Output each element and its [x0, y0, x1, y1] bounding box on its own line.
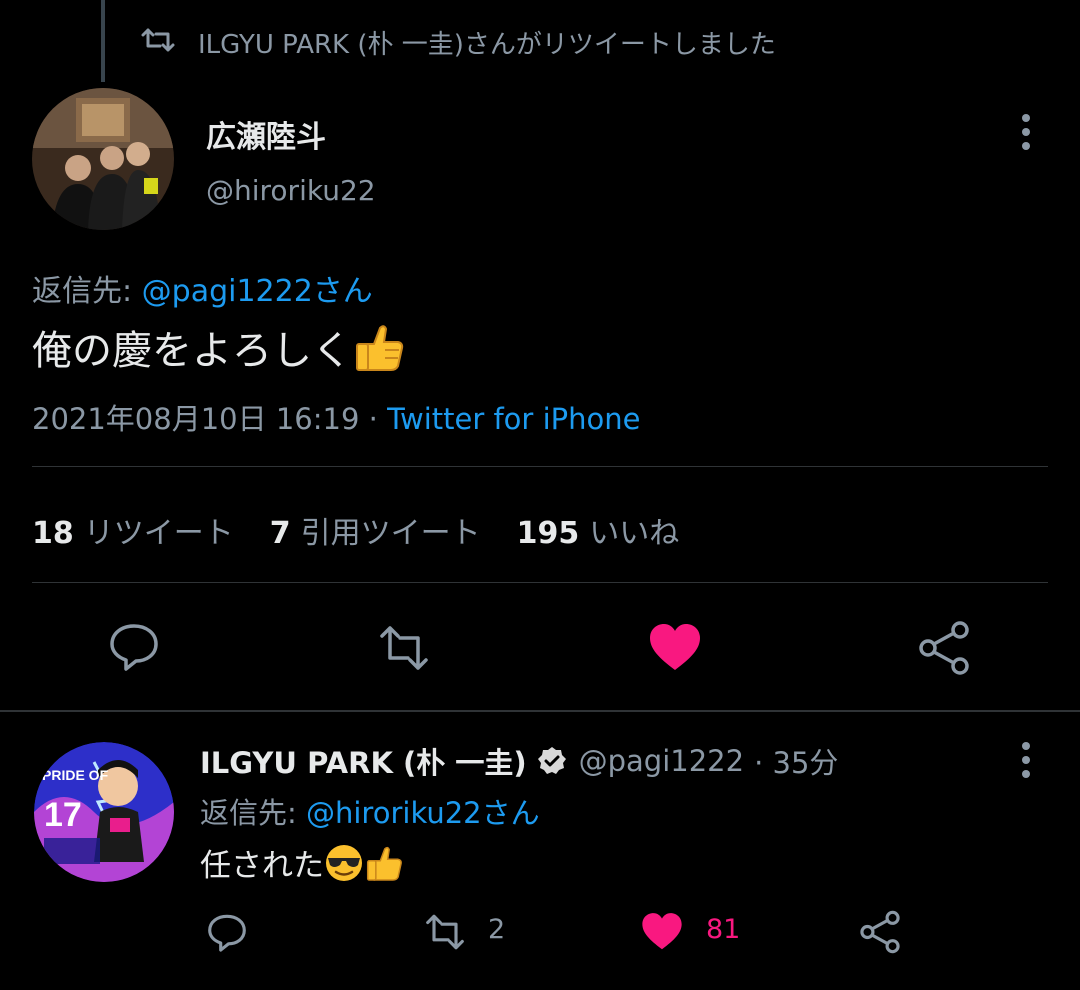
tweet-text: 俺の慶をよろしく — [32, 328, 352, 374]
avatar[interactable] — [32, 88, 174, 230]
avatar-pride-text: PRIDE OF — [42, 767, 109, 783]
likes-stat[interactable]: 195 いいね — [517, 508, 680, 552]
timestamp[interactable]: 2021年08月10日 16:19 · — [32, 402, 387, 436]
quotes-stat[interactable]: 7 引用ツイート — [270, 508, 481, 552]
divider — [32, 466, 1048, 467]
retweets-count: 18 — [32, 516, 74, 551]
reply-tweet-body: 任された — [200, 840, 404, 885]
reply-icon[interactable] — [205, 910, 249, 954]
client-link[interactable]: Twitter for iPhone — [387, 402, 640, 436]
retweet-action-icon[interactable] — [376, 620, 432, 676]
share-icon[interactable] — [916, 620, 972, 676]
thread-line — [101, 0, 105, 82]
tweet-body: 俺の慶をよろしく — [32, 318, 406, 376]
tweet-meta: 2021年08月10日 16:19 · Twitter for iPhone — [32, 396, 640, 438]
share-icon[interactable] — [858, 910, 902, 954]
avatar-photo — [32, 88, 174, 230]
retweets-label: リツイート — [83, 516, 234, 551]
reply-target-link[interactable]: @hiroriku22さん — [306, 796, 540, 830]
retweet-header-text[interactable]: ILGYU PARK (朴 一圭)さんがリツイートしました — [198, 24, 776, 61]
reply-author-name[interactable]: ILGYU PARK (朴 一圭) — [200, 740, 527, 782]
avatar-illustration: PRIDE OF 17 — [34, 742, 174, 882]
section-separator — [0, 710, 1080, 712]
reply-author-handle[interactable]: @pagi1222 — [579, 744, 744, 778]
like-icon[interactable] — [640, 910, 684, 954]
thumbs-up-emoji-icon — [366, 846, 402, 881]
reply-author-line: ILGYU PARK (朴 一圭) @pagi1222 · 35分 — [200, 740, 838, 782]
retweet-count: 2 — [488, 914, 506, 945]
likes-label: いいね — [589, 516, 680, 551]
quotes-label: 引用ツイート — [300, 516, 481, 551]
retweets-stat[interactable]: 18 リツイート — [32, 508, 234, 552]
tweet-stats: 18 リツイート 7 引用ツイート 195 いいね — [32, 508, 679, 552]
more-options-icon[interactable] — [1012, 112, 1040, 152]
like-icon[interactable] — [647, 620, 703, 676]
like-count: 81 — [706, 914, 741, 945]
divider — [32, 582, 1048, 583]
sunglasses-face-emoji-icon — [326, 844, 362, 881]
verified-badge-icon — [537, 747, 566, 774]
retweet-action-icon[interactable] — [423, 910, 467, 954]
reply-target-link[interactable]: @pagi1222さん — [142, 274, 373, 309]
quotes-count: 7 — [269, 516, 291, 551]
reply-icon[interactable] — [106, 618, 162, 674]
reply-prefix: 返信先: — [200, 796, 306, 830]
more-options-icon[interactable] — [1012, 740, 1040, 780]
author-name[interactable]: 広瀬陸斗 — [206, 112, 326, 156]
reply-prefix: 返信先: — [32, 274, 142, 309]
avatar[interactable]: PRIDE OF 17 — [34, 742, 174, 882]
thumbs-up-emoji-icon — [356, 325, 404, 371]
avatar-number: 17 — [44, 796, 82, 834]
likes-count: 195 — [516, 516, 580, 551]
replying-to: 返信先: @pagi1222さん — [32, 266, 373, 310]
reply-time[interactable]: · 35分 — [754, 740, 838, 782]
retweet-icon — [141, 28, 175, 52]
replying-to: 返信先: @hiroriku22さん — [200, 790, 540, 832]
reply-tweet-text: 任された — [200, 848, 324, 884]
author-handle[interactable]: @hiroriku22 — [206, 174, 376, 207]
